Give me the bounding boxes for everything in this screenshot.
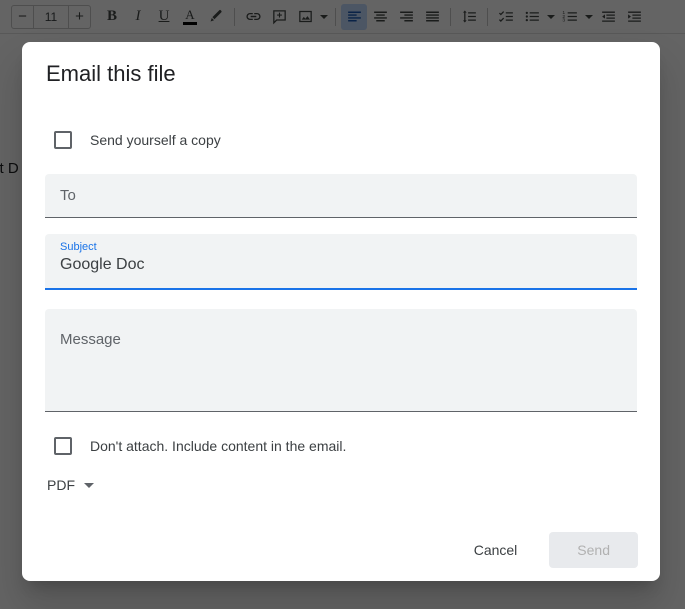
dialog-actions: Cancel Send [460,532,638,568]
format-dropdown[interactable]: PDF [47,474,111,496]
send-yourself-copy-checkbox[interactable] [54,131,72,149]
dont-attach-checkbox[interactable] [54,437,72,455]
subject-field[interactable]: Subject Google Doc [45,234,637,290]
send-yourself-copy-row[interactable]: Send yourself a copy [45,128,637,152]
subject-field-value: Google Doc [60,256,145,274]
dont-attach-label: Don't attach. Include content in the ema… [90,438,346,454]
message-field[interactable]: Message [45,309,637,412]
chevron-down-icon [84,483,94,488]
to-field-placeholder: To [60,187,76,204]
subject-field-underline [45,288,637,290]
format-dropdown-value: PDF [47,477,75,493]
dont-attach-row[interactable]: Don't attach. Include content in the ema… [45,434,637,458]
dialog-body: Send yourself a copy To Subject Google D… [45,128,637,496]
message-field-underline [45,411,637,412]
send-button[interactable]: Send [549,532,638,568]
to-field-underline [45,217,637,218]
email-this-file-dialog: Email this file Send yourself a copy To … [22,42,660,581]
message-field-placeholder: Message [60,331,121,348]
send-yourself-copy-label: Send yourself a copy [90,132,221,148]
to-field[interactable]: To [45,174,637,218]
dialog-title: Email this file [46,61,176,87]
subject-field-label: Subject [60,241,97,253]
cancel-button[interactable]: Cancel [460,533,532,567]
